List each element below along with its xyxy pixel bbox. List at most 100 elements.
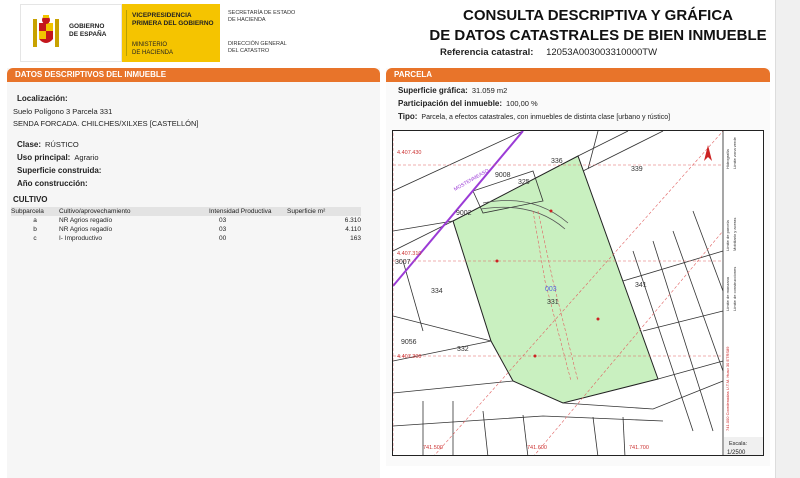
vice-line-1: VICEPRESIDENCIA (132, 12, 192, 19)
gobierno-line-2: DE ESPAÑA (69, 31, 107, 38)
page-title: CONSULTA DESCRIPTIVA Y GRÁFICA DE DATOS … (398, 6, 798, 46)
vice-line-2: PRIMERA DEL GOBIERNO (132, 20, 214, 27)
cell-cultivo: NR Agrios regadío (59, 226, 113, 233)
direccion-line-1: DIRECCIÓN GENERAL (228, 41, 287, 47)
label-9008: 9008 (495, 172, 511, 179)
cadastral-map[interactable]: 336 339 9008 325 9002 3007 334 331 341 9… (392, 130, 764, 456)
cell-cultivo: I- Improductivo (59, 235, 102, 242)
legend-utm: 741.000 Coordenadas U.T.M. Huso 30 ETRS8… (725, 346, 730, 431)
map-legend: Límite de parcela Mobiliario y aceras Lí… (704, 131, 763, 456)
table-row: c I- Improductivo 00 163 (11, 234, 361, 243)
escala-value: 1/2500 (727, 450, 746, 456)
label-9056: 9056 (401, 339, 417, 346)
vicepresidencia-label: VICEPRESIDENCIA PRIMERA DEL GOBIERNO (132, 12, 214, 28)
coat-of-arms-icon (33, 15, 59, 47)
legend-5: Hidrografía (725, 148, 730, 169)
government-logo-block: GOBIERNO DE ESPAÑA VICEPRESIDENCIA PRIME… (20, 4, 298, 62)
cell-subparcela: c (33, 235, 37, 242)
col-intensidad: Intensidad Productiva (209, 207, 287, 216)
coord-b1: 741.500 (423, 445, 443, 451)
escala-label: Escala: (729, 441, 748, 447)
superficie-grafica-row: Superficie gráfica: 31.059 m2 (398, 86, 507, 95)
label-336: 336 (551, 158, 563, 165)
clase-row: Clase: RÚSTICO (17, 140, 79, 149)
legend-1: Límite de parcela (725, 220, 730, 251)
superficie-label: Superficie construida: (17, 166, 102, 175)
localizacion-line-2: SENDA FORCADA. CHILCHES/XILXES [CASTELLÓ… (13, 119, 199, 128)
separator (126, 10, 127, 56)
tipo-label: Tipo: (398, 112, 418, 121)
coord-top: 4.407.430 (397, 150, 421, 156)
cell-cultivo: NR Agrios regadío (59, 217, 113, 224)
col-cultivo: Cultivo/aprovechamiento (59, 207, 209, 216)
map-drawing: 336 339 9008 325 9002 3007 334 331 341 9… (393, 131, 763, 456)
table-row: a NR Agrios regadío 03 6.310 (11, 216, 361, 225)
ref-value: 12053A003003310000TW (546, 47, 658, 58)
direccion-label: DIRECCIÓN GENERAL DEL CATASTRO (228, 41, 287, 55)
gobierno-name: GOBIERNO DE ESPAÑA (69, 23, 106, 39)
title-line-1: CONSULTA DESCRIPTIVA Y GRÁFICA (462, 7, 733, 24)
table-header-row: Subparcela Cultivo/aprovechamiento Inten… (11, 207, 361, 216)
secretaria-label: SECRETARÍA DE ESTADO DE HACIENDA (228, 10, 295, 24)
gobierno-line-1: GOBIERNO (69, 23, 105, 30)
title-line-2: DE DATOS CATASTRALES DE BIEN INMUEBLE (429, 27, 767, 44)
coord-b3: 741.700 (629, 445, 649, 451)
clase-label: Clase: (17, 140, 42, 149)
anio-label: Año construcción: (17, 179, 88, 188)
localizacion-label: Localización: (17, 94, 68, 103)
ministerio-label: MINISTERIO DE HACIENDA (132, 42, 173, 57)
legend-4: Límite zona verde (732, 136, 737, 169)
cultivo-table: Subparcela Cultivo/aprovechamiento Inten… (11, 207, 361, 243)
cell-intensidad: 03 (219, 226, 227, 233)
legend-2: Mobiliario y aceras (732, 218, 737, 251)
legend-6: Límite de construcciones (732, 267, 737, 311)
part-value: 100,00 % (506, 99, 538, 108)
cell-superficie: 4.110 (345, 226, 361, 233)
gobierno-logo: GOBIERNO DE ESPAÑA (20, 4, 122, 62)
label-325: 325 (518, 179, 530, 186)
coord-mid: 4.407.310 (397, 251, 421, 257)
uso-row: Uso principal: Agrario (17, 153, 99, 162)
tipo-value: Parcela, a efectos catastrales, con inmu… (421, 114, 671, 121)
tipo-row: Tipo: Parcela, a efectos catastrales, con… (398, 112, 670, 121)
coord-b2: 741.600 (527, 445, 547, 451)
legend-3: Límite de manzana (725, 276, 730, 311)
sup-value: 31.059 m2 (471, 86, 508, 95)
cell-superficie: 163 (350, 235, 361, 242)
panel-heading: DATOS DESCRIPTIVOS DEL INMUEBLE (7, 68, 380, 82)
ministerio-line-1: MINISTERIO (132, 42, 168, 48)
label-341: 341 (635, 282, 647, 289)
cultivo-label: CULTIVO (13, 195, 48, 204)
participacion-row: Participación del inmueble: 100,00 % (398, 99, 538, 108)
secretaria-line-2: DE HACIENDA (228, 17, 266, 23)
right-gutter (775, 0, 800, 478)
cell-intensidad: 03 (219, 217, 227, 224)
part-label: Participación del inmueble: (398, 99, 503, 108)
north-arrow-icon (704, 145, 712, 161)
parcela-heading: PARCELA (386, 68, 770, 82)
cell-intensidad: 00 (219, 235, 227, 242)
coord-low: 4.407.200 (397, 354, 421, 360)
direccion-line-2: DEL CATASTRO (228, 48, 270, 54)
ref-label: Referencia catastral: (440, 47, 534, 58)
localizacion-line-1: Suelo Polígono 3 Parcela 331 (13, 107, 113, 116)
col-superficie: Superficie m² (287, 207, 361, 216)
uso-label: Uso principal: (17, 153, 71, 162)
uso-value: Agrario (74, 153, 99, 162)
road-label: MOSTENMEASO (453, 168, 490, 193)
referencia-catastral: Referencia catastral: 12053A003003310000… (440, 47, 657, 58)
secretaria-line-1: SECRETARÍA DE ESTADO (228, 10, 296, 16)
label-334: 334 (431, 288, 443, 295)
cell-subparcela: b (33, 226, 37, 233)
label-3007: 3007 (395, 259, 411, 266)
cell-superficie: 6.310 (344, 217, 361, 224)
header: GOBIERNO DE ESPAÑA VICEPRESIDENCIA PRIME… (0, 0, 800, 68)
label-003: 003 (545, 286, 557, 293)
secretaria-panel: SECRETARÍA DE ESTADO DE HACIENDA DIRECCI… (220, 4, 298, 62)
sup-label: Superficie gráfica: (398, 86, 468, 95)
label-339: 339 (631, 166, 643, 173)
label-332: 332 (457, 346, 469, 353)
datos-descriptivos-panel: DATOS DESCRIPTIVOS DEL INMUEBLE Localiza… (7, 68, 380, 478)
cell-subparcela: a (33, 217, 37, 224)
clase-value: RÚSTICO (45, 140, 79, 149)
